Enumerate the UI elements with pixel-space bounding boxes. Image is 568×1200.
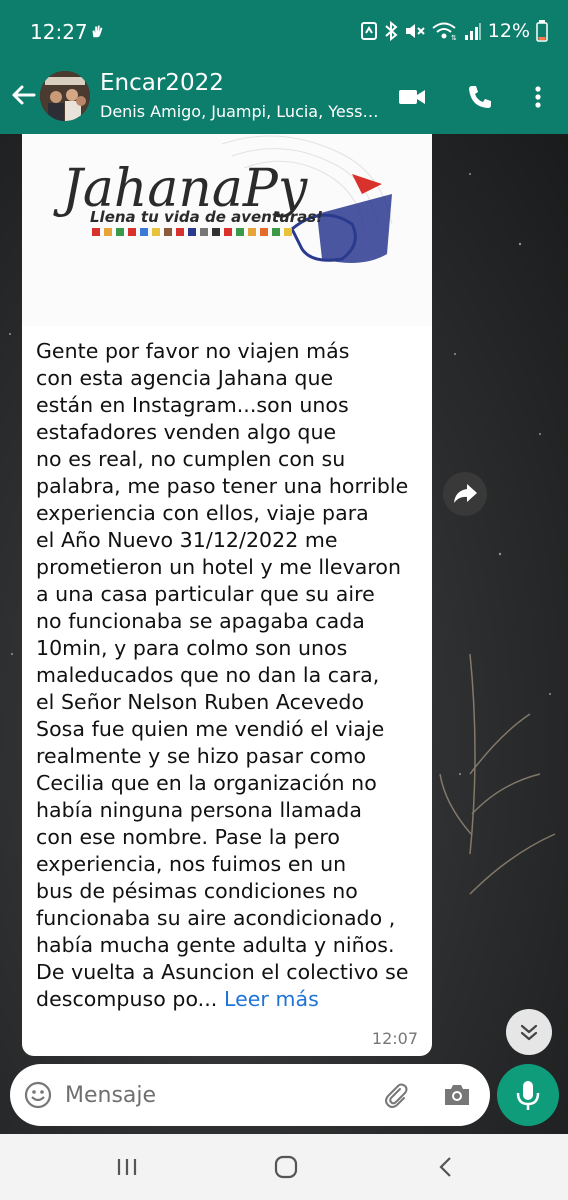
camera-icon[interactable]: [442, 1081, 472, 1109]
message-time: 12:07: [371, 1029, 418, 1048]
message-bubble[interactable]: JahanaPy Llena tu vida de aventuras! Gen…: [22, 134, 432, 1056]
message-image[interactable]: JahanaPy Llena tu vida de aventuras!: [22, 134, 432, 326]
jahana-logo: JahanaPy Llena tu vida de aventuras!: [53, 135, 393, 263]
message-composer: [10, 1064, 490, 1126]
double-chevron-down-icon: [520, 1024, 538, 1041]
wifi-icon: ⇅: [432, 22, 457, 41]
message-input[interactable]: [65, 1076, 365, 1114]
battery-percent: 12%: [487, 20, 530, 42]
group-photo: [40, 71, 90, 121]
home-icon[interactable]: [270, 1152, 302, 1182]
svg-text:⇅: ⇅: [451, 34, 457, 41]
back-arrow-icon[interactable]: [8, 80, 38, 110]
status-time: 12:27: [30, 20, 88, 44]
recent-apps-icon[interactable]: [111, 1152, 143, 1182]
emoji-row: [92, 228, 292, 236]
more-vert-icon[interactable]: [523, 82, 553, 112]
voice-message-button[interactable]: [497, 1064, 559, 1126]
forward-button[interactable]: [443, 472, 487, 516]
battery-icon: [536, 20, 548, 42]
scroll-to-bottom-button[interactable]: [506, 1009, 552, 1055]
message-body: Gente por favor no viajen más con esta a…: [36, 339, 409, 1011]
system-nav-bar: [0, 1134, 568, 1200]
mute-icon: [405, 24, 425, 38]
video-call-icon[interactable]: [397, 82, 427, 112]
read-more-link[interactable]: Leer más: [224, 987, 319, 1011]
microphone-icon: [516, 1081, 540, 1110]
signal-icon: [464, 23, 481, 40]
status-icons: ⇅ 12%: [360, 20, 548, 42]
message-text: Gente por favor no viajen más con esta a…: [36, 338, 430, 1013]
emoji-icon[interactable]: [23, 1080, 53, 1110]
group-avatar[interactable]: [40, 71, 90, 121]
status-bar: 12:27 ⇅ 12%: [0, 0, 568, 66]
brand-tagline: Llena tu vida de aventuras!: [90, 208, 323, 226]
nfc-icon: [360, 22, 377, 40]
chat-title[interactable]: Encar2022: [100, 70, 224, 96]
chat-participants[interactable]: Denis Amigo, Juampi, Lucia, Yessica: [100, 102, 382, 121]
back-nav-icon[interactable]: [430, 1152, 462, 1182]
attach-icon[interactable]: [380, 1080, 410, 1110]
bluetooth-icon: [385, 21, 398, 41]
chat-header: Encar2022 Denis Amigo, Juampi, Lucia, Ye…: [0, 66, 568, 134]
forward-icon: [454, 484, 477, 503]
hand-icon: [92, 25, 103, 38]
phone-icon[interactable]: [465, 82, 495, 112]
